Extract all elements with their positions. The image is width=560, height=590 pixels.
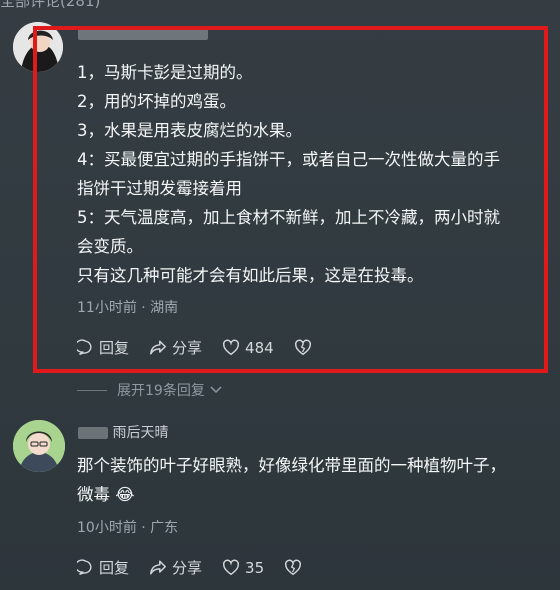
comments-header: 全部评论(281) xyxy=(0,0,100,11)
like-button[interactable]: 35 xyxy=(222,559,264,577)
reply-icon xyxy=(77,559,92,575)
reply-label: 回复 xyxy=(99,339,130,357)
user-avatar-image xyxy=(13,420,65,472)
share-icon xyxy=(150,560,166,575)
like-button[interactable]: 484 xyxy=(222,339,274,357)
comment-meta: 10小时前 · 广东 xyxy=(77,520,179,536)
dislike-button[interactable] xyxy=(294,339,317,356)
share-button[interactable]: 分享 xyxy=(149,557,202,578)
like-count: 35 xyxy=(245,558,265,577)
chevron-down-icon xyxy=(210,386,222,394)
heart-icon xyxy=(223,339,240,356)
share-button[interactable]: 分享 xyxy=(149,337,202,358)
comment-actions: 回复 分享 35 xyxy=(77,557,327,578)
reply-button[interactable]: 回复 xyxy=(77,557,129,578)
username-text: 雨后天晴 xyxy=(112,425,169,441)
share-label: 分享 xyxy=(172,339,203,357)
comment-section: 全部评论(281) 1，马斯卡彭是过期的。 2，用的坏掉的鸡蛋。 3，水果是用表… xyxy=(0,0,560,590)
reply-label: 回复 xyxy=(99,559,130,577)
divider xyxy=(77,389,107,391)
avatar[interactable] xyxy=(13,420,65,472)
reply-icon xyxy=(77,339,92,355)
comments-count-label: 全部评论(281) xyxy=(0,0,101,10)
broken-heart-icon xyxy=(285,559,302,576)
broken-heart-icon xyxy=(294,339,311,356)
comment-body: 1，马斯卡彭是过期的。 2，用的坏掉的鸡蛋。 3，水果是用表皮腐烂的水果。 4：… xyxy=(77,63,500,285)
share-label: 分享 xyxy=(172,559,203,577)
comment-body: 那个装饰的叶子好眼熟，好像绿化带里面的一种植物叶子， 微毒 😂 xyxy=(77,456,506,504)
share-icon xyxy=(150,340,166,355)
username[interactable]: 雨后天晴 xyxy=(78,422,168,442)
expand-replies-button[interactable]: 展开19条回复 xyxy=(77,380,223,400)
like-count: 484 xyxy=(245,338,274,357)
comment-actions: 回复 分享 484 xyxy=(77,337,337,358)
comment-meta: 11小时前 · 湖南 xyxy=(77,300,179,316)
dislike-button[interactable] xyxy=(284,559,307,576)
reply-button[interactable]: 回复 xyxy=(77,337,129,358)
heart-icon xyxy=(223,559,240,576)
expand-replies-label: 展开19条回复 xyxy=(117,383,205,399)
